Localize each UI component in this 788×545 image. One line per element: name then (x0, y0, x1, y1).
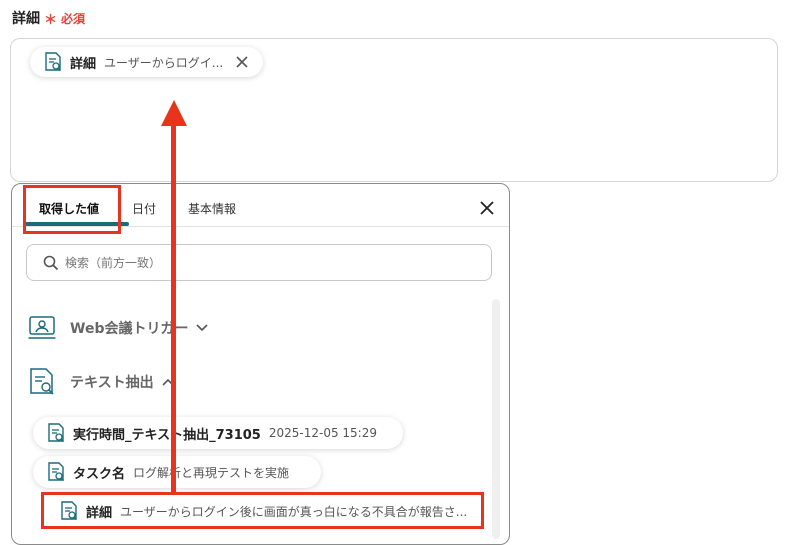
required-mark: ＊ (44, 12, 58, 28)
list-item-execution-time[interactable]: 実行時間_テキスト抽出_73105 2025-12-05 15:29 (33, 417, 403, 449)
highlight-box-tab (23, 185, 121, 234)
item-label: タスク名 (73, 466, 126, 482)
field-label: 詳細 ＊ 必須 (12, 8, 85, 28)
chip-label: 詳細 (70, 56, 97, 72)
group-text-extraction[interactable]: テキスト抽出 (28, 367, 174, 397)
document-search-icon (48, 423, 64, 442)
value-picker-panel: 取得した値 日付 基本情報 検索（前方一致） Web会議トリガー テキスト抽出 (11, 183, 510, 545)
inserted-value-chip[interactable]: 詳細 ユーザーからログイ... (30, 47, 263, 77)
item-label: 実行時間_テキスト抽出_73105 (73, 427, 261, 443)
arrow-up-icon (161, 100, 187, 126)
group-web-meeting-trigger[interactable]: Web会議トリガー (28, 315, 209, 341)
item-value: ログ解析と再現テストを実施 (133, 465, 290, 480)
search-input[interactable]: 検索（前方一致） (26, 244, 492, 281)
close-icon[interactable] (235, 55, 249, 69)
chip-value: ユーザーからログイ... (104, 55, 224, 70)
tab-basic-info[interactable]: 基本情報 (188, 200, 236, 217)
document-search-icon (45, 52, 61, 71)
search-icon (43, 255, 59, 270)
chevron-down-icon (196, 324, 209, 332)
video-meeting-icon (28, 316, 56, 339)
field-label-text: 詳細 (12, 11, 40, 27)
tab-date[interactable]: 日付 (132, 200, 156, 217)
list-item-task-name[interactable]: タスク名 ログ解析と再現テストを実施 (33, 456, 321, 488)
annotation-arrow-shaft (171, 118, 176, 494)
document-search-icon (30, 368, 54, 395)
scrollbar[interactable] (492, 299, 500, 539)
required-text: 必須 (61, 11, 86, 26)
close-icon[interactable] (479, 200, 495, 216)
item-value: 2025-12-05 15:29 (268, 426, 377, 440)
document-search-icon (48, 462, 64, 481)
highlight-box-item (41, 492, 484, 529)
group-label: テキスト抽出 (70, 375, 154, 391)
search-placeholder: 検索（前方一致） (65, 256, 162, 270)
